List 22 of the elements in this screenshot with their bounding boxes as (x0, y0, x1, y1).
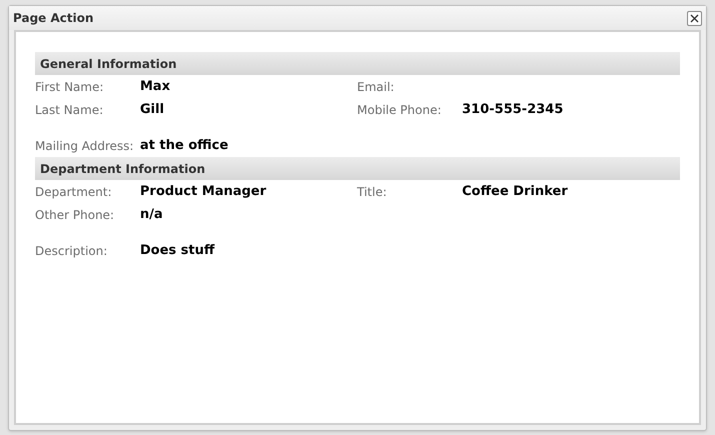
field-label: Department: (35, 184, 113, 200)
field-label: Description: (35, 242, 108, 260)
field-label: Other Phone: (35, 206, 116, 224)
field-label: Last Name: (35, 102, 104, 118)
field-value: Does stuff (140, 242, 215, 260)
field-value: Gill (140, 100, 164, 119)
field-label: Mobile Phone: (357, 102, 442, 118)
close-icon (690, 14, 699, 22)
section-header: General Information (35, 52, 680, 75)
field-label: Email: (357, 78, 396, 96)
field-value: n/a (140, 206, 163, 224)
field-value: at the office (140, 136, 228, 155)
field-label: Title: (357, 184, 388, 200)
field-value: Coffee Drinker (462, 182, 568, 201)
close-button[interactable] (687, 10, 702, 26)
field-value: 310-555-2345 (462, 100, 564, 119)
field-label: Mailing Address: (35, 138, 135, 154)
field-value: Max (140, 78, 170, 96)
section-header: Department Information (35, 157, 680, 180)
field-value: Product Manager (140, 182, 266, 201)
field-label: First Name: (35, 78, 105, 96)
window-title: Page Action (13, 10, 94, 27)
